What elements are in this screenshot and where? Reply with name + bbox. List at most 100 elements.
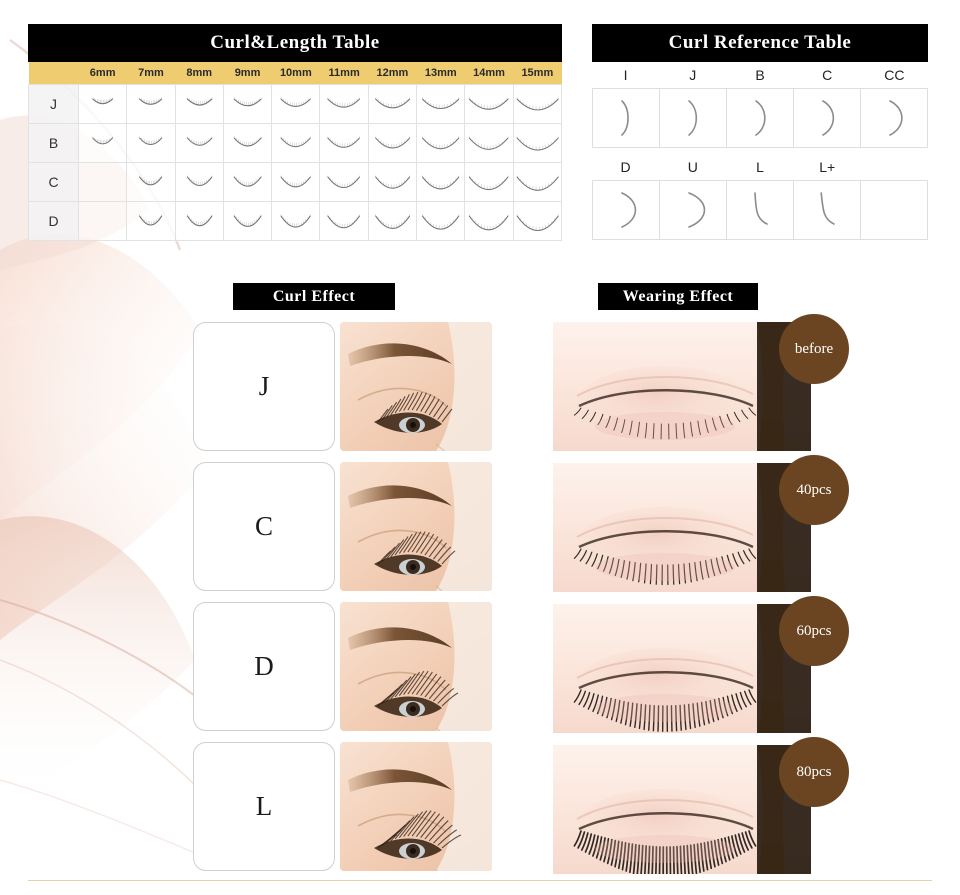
lash-cell-C-7mm <box>126 161 176 202</box>
lash-strip-graphic <box>139 213 163 226</box>
lash-strip-graphic <box>186 96 213 106</box>
curl-effect-photo-D <box>340 602 492 731</box>
lash-strip-graphic <box>233 96 262 106</box>
lash-cell-D-8mm <box>174 200 224 241</box>
lash-strip-graphic <box>327 135 361 148</box>
length-header-7mm: 7mm <box>126 62 176 84</box>
curl-effect-row-C: C <box>193 462 492 591</box>
curl-length-table-title: Curl&Length Table <box>28 24 562 62</box>
lash-cell-J-7mm <box>126 83 176 124</box>
wearing-effect-row-40pcs: 40pcs <box>553 455 849 592</box>
curl-ref-cell-L <box>727 181 794 239</box>
length-header-9mm: 9mm <box>223 62 272 84</box>
curl-ref-cell-empty <box>861 181 928 239</box>
curl-arc-graphic <box>688 192 706 228</box>
lash-cell-C-14mm <box>464 161 514 202</box>
lash-strip-graphic <box>516 135 559 151</box>
closed-eye-photo <box>553 745 811 874</box>
curl-ref-label-L+: L+ <box>819 159 836 175</box>
length-header-11mm: 11mm <box>319 62 369 84</box>
length-header-12mm: 12mm <box>368 62 417 84</box>
lash-cell-C-8mm <box>174 161 224 202</box>
lash-strip-graphic <box>92 135 114 144</box>
lash-strip-graphic <box>374 174 410 189</box>
lash-cell-B-13mm <box>416 122 466 163</box>
lash-cell-B-12mm <box>367 122 418 163</box>
lash-cell-B-10mm <box>271 122 321 163</box>
lash-cell-B-8mm <box>174 122 224 163</box>
lash-cell-J-14mm <box>464 83 514 124</box>
lash-cell-J-9mm <box>222 83 273 124</box>
length-header-6mm: 6mm <box>78 62 127 84</box>
lash-cell-J-10mm <box>271 83 321 124</box>
curl-ref-cell-I <box>593 89 660 147</box>
wearing-effect-list: before 40pcs 60pcs 80pcs <box>553 314 849 886</box>
badge-label: 80pcs <box>796 763 832 780</box>
lash-cell-J-6mm <box>77 83 128 124</box>
lash-strip-graphic <box>327 174 361 188</box>
eye-profile-photo <box>340 742 492 871</box>
lash-strip-graphic <box>139 174 163 185</box>
curl-reference-labels-row-1: I J B C CC <box>592 62 928 88</box>
wearing-effect-badge-60pcs: 60pcs <box>779 596 849 666</box>
wearing-effect-row-before: before <box>553 314 849 451</box>
lash-strip-graphic <box>233 174 262 187</box>
lash-strip-graphic <box>233 135 262 146</box>
curl-length-grid: 6mm 7mm 8mm 9mm 10mm 11mm 12mm 13mm 14mm 15mm J B <box>28 62 563 241</box>
curl-effect-card-C: C <box>193 462 335 591</box>
eye-profile-photo <box>340 462 492 591</box>
curl-length-row-J: J <box>28 83 563 124</box>
curl-effect-letter: L <box>255 791 273 821</box>
wearing-effect-section-title: Wearing Effect <box>598 283 758 310</box>
lash-strip-graphic <box>374 96 410 108</box>
curl-effect-row-J: J <box>193 322 492 451</box>
lash-cell-B-6mm <box>77 122 128 163</box>
badge-label: 40pcs <box>796 481 832 498</box>
wearing-effect-row-60pcs: 60pcs <box>553 596 849 733</box>
curl-effect-card-L: L <box>193 742 335 871</box>
curl-row-label-C: C <box>28 161 79 202</box>
curl-row-label-B: B <box>28 122 79 163</box>
badge-label: before <box>794 340 834 357</box>
lash-strip-graphic <box>422 135 460 149</box>
lash-cell-D-15mm <box>512 200 563 241</box>
curl-effect-list: J C D L <box>193 322 492 882</box>
lash-cell-D-12mm <box>367 200 418 241</box>
curl-arc-graphic <box>621 192 637 228</box>
curl-arc-graphic <box>621 100 629 136</box>
lash-cell-B-14mm <box>464 122 514 163</box>
lash-strip-graphic <box>139 135 163 145</box>
curl-ref-label-J: J <box>689 67 697 83</box>
curl-length-header-row: 6mm 7mm 8mm 9mm 10mm 11mm 12mm 13mm 14mm 15mm <box>28 62 562 84</box>
lash-cell-J-15mm <box>512 83 563 124</box>
lash-cell-C-9mm <box>222 161 273 202</box>
curl-row-label-D: D <box>28 200 79 241</box>
lash-strip-graphic <box>186 174 213 186</box>
curl-effect-section-title: Curl Effect <box>233 283 395 310</box>
wearing-effect-row-80pcs: 80pcs <box>553 737 849 874</box>
lash-cell-B-11mm <box>319 122 369 163</box>
lash-strip-graphic <box>374 135 410 149</box>
curl-length-corner-cell <box>28 62 79 84</box>
curl-effect-letter: C <box>254 511 273 541</box>
lash-strip-graphic <box>516 213 559 231</box>
length-header-8mm: 8mm <box>175 62 224 84</box>
curl-ref-cell-C <box>794 89 861 147</box>
lash-strip-graphic <box>186 135 213 146</box>
wearing-effect-photo-40pcs <box>553 463 811 592</box>
lash-cell-J-13mm <box>416 83 466 124</box>
lash-strip-graphic <box>186 213 213 226</box>
lash-strip-graphic <box>233 213 262 227</box>
curl-effect-card-D: D <box>193 602 335 731</box>
closed-eye-photo <box>553 322 811 451</box>
lash-strip-graphic <box>280 174 311 187</box>
wearing-effect-badge-before: before <box>779 314 849 384</box>
lash-strip-graphic <box>280 96 311 107</box>
lash-cell-C-12mm <box>367 161 418 202</box>
curl-effect-photo-C <box>340 462 492 591</box>
curl-length-row-D: D <box>28 200 563 241</box>
lash-strip-graphic <box>469 96 509 110</box>
curl-arc-graphic <box>754 192 768 225</box>
curl-ref-cell-B <box>727 89 794 147</box>
length-header-15mm: 15mm <box>513 62 562 84</box>
